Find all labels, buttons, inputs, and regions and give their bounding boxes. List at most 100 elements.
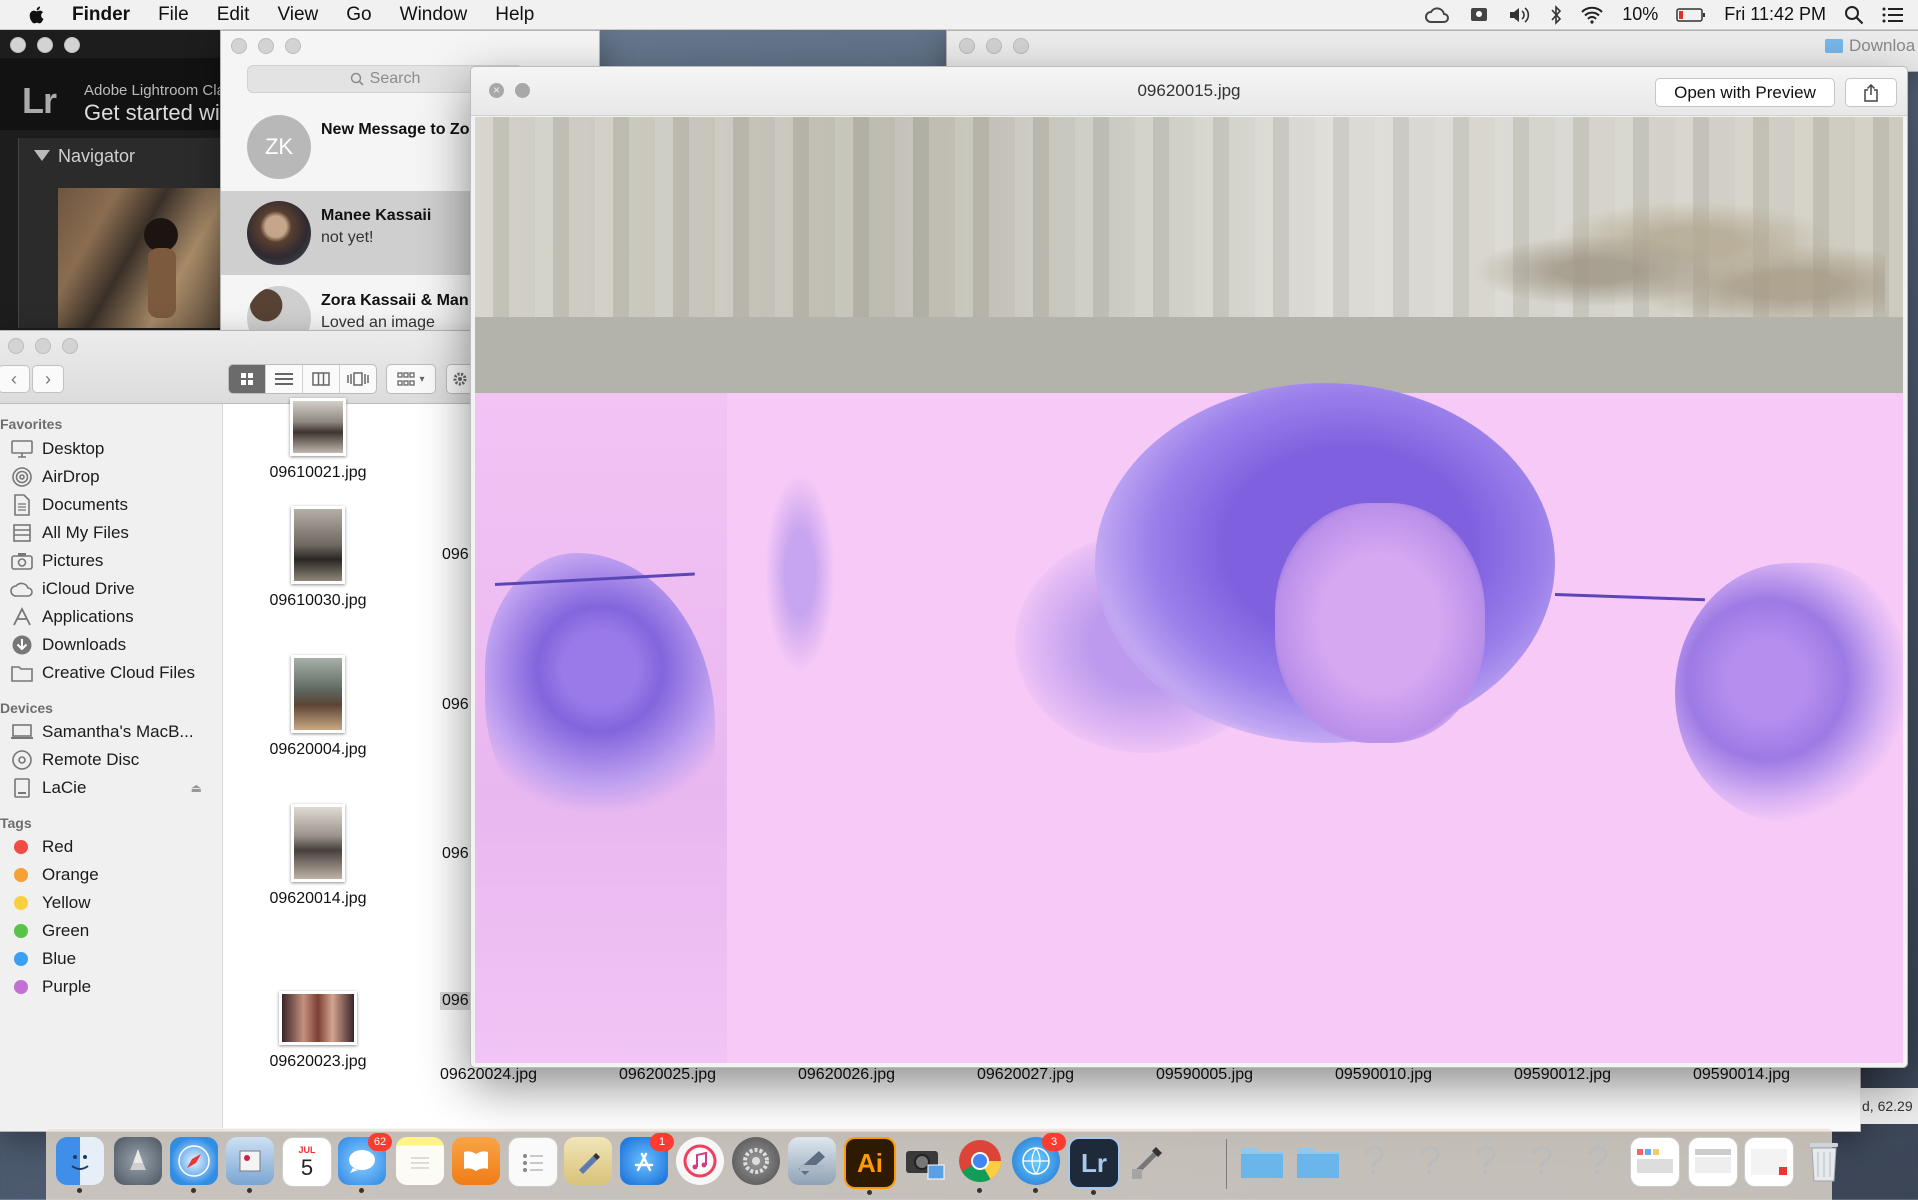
file-item[interactable]: 09620014.jpg	[233, 804, 403, 908]
file-name[interactable]: 09620026.jpg	[798, 1066, 895, 1084]
lightroom-icon[interactable]: Lr	[1068, 1137, 1120, 1195]
icon-view-button[interactable]	[229, 365, 266, 393]
close-button[interactable]	[959, 38, 975, 54]
itunes-icon[interactable]	[676, 1137, 724, 1185]
minimized-window-thumbnail[interactable]	[1688, 1137, 1738, 1187]
sidebar-item-all-my-files[interactable]: All My Files	[0, 518, 222, 548]
image-capture-icon[interactable]	[788, 1137, 836, 1185]
script-editor-icon[interactable]	[564, 1137, 612, 1185]
missing-item-icon[interactable]: ?	[1574, 1137, 1622, 1185]
sidebar-item-creative-cloud-files[interactable]: Creative Cloud Files	[0, 658, 222, 688]
sidebar-item-tag-orange[interactable]: Orange	[0, 860, 222, 890]
downloads-folder-icon[interactable]	[1294, 1137, 1342, 1185]
file-item[interactable]: 09610030.jpg	[233, 506, 403, 610]
sidebar-item-desktop[interactable]: Desktop	[0, 434, 222, 464]
zoom-button[interactable]	[1013, 38, 1029, 54]
system-preferences-icon[interactable]	[732, 1137, 780, 1185]
sidebar-item-documents[interactable]: Documents	[0, 490, 222, 520]
navigator-label[interactable]: Navigator	[58, 146, 135, 167]
cover-flow-button[interactable]	[340, 365, 376, 393]
minimize-button[interactable]	[258, 38, 274, 54]
apple-logo-icon[interactable]	[26, 4, 48, 26]
notes-icon[interactable]	[396, 1137, 444, 1185]
disk-utility-icon[interactable]	[1124, 1137, 1172, 1185]
close-button[interactable]	[10, 37, 26, 53]
menu-window[interactable]: Window	[400, 4, 468, 26]
minimized-window-thumbnail[interactable]	[1744, 1137, 1794, 1187]
file-name[interactable]: 096	[442, 546, 469, 564]
minimize-button[interactable]	[35, 338, 51, 354]
missing-item-icon[interactable]: ?	[1518, 1137, 1566, 1185]
file-name[interactable]: 09590014.jpg	[1693, 1066, 1790, 1084]
trash-icon[interactable]	[1800, 1137, 1848, 1185]
navigator-preview[interactable]	[58, 188, 222, 328]
zoom-button[interactable]	[62, 338, 78, 354]
illustrator-icon[interactable]: Ai	[844, 1137, 896, 1195]
chrome-icon[interactable]	[956, 1137, 1004, 1193]
notification-center-icon[interactable]	[1882, 6, 1904, 24]
battery-icon[interactable]	[1676, 7, 1706, 23]
sidebar-item-applications[interactable]: Applications	[0, 602, 222, 632]
file-name[interactable]: 09590012.jpg	[1514, 1066, 1611, 1084]
file-name[interactable]: 09620027.jpg	[977, 1066, 1074, 1084]
wifi-icon[interactable]	[1580, 6, 1604, 24]
sidebar-item-tag-purple[interactable]: Purple	[0, 972, 222, 1002]
file-name[interactable]: 09620025.jpg	[619, 1066, 716, 1084]
menu-edit[interactable]: Edit	[217, 4, 250, 26]
menu-view[interactable]: View	[277, 4, 318, 26]
image-preview[interactable]	[475, 117, 1903, 1063]
file-name[interactable]: 096	[442, 845, 469, 863]
minimize-button[interactable]	[37, 37, 53, 53]
sidebar-item-downloads[interactable]: Downloads	[0, 630, 222, 660]
sidebar-item-tag-green[interactable]: Green	[0, 916, 222, 946]
file-item[interactable]: 09620004.jpg	[233, 655, 403, 759]
ibooks-icon[interactable]	[452, 1137, 500, 1185]
app-store-icon[interactable]: 1	[620, 1133, 674, 1185]
close-button[interactable]	[8, 338, 24, 354]
close-button[interactable]	[231, 38, 247, 54]
sidebar-item-tag-yellow[interactable]: Yellow	[0, 888, 222, 918]
network-utility-icon[interactable]: 3	[1012, 1133, 1066, 1193]
file-name-selected[interactable]: 096	[440, 992, 471, 1010]
forward-button[interactable]: ›	[32, 365, 64, 393]
sidebar-item-airdrop[interactable]: AirDrop	[0, 462, 222, 492]
time-machine-icon[interactable]	[1468, 5, 1490, 25]
clock[interactable]: Fri 11:42 PM	[1724, 4, 1826, 25]
calendar-icon[interactable]: JUL 5	[282, 1137, 332, 1187]
sidebar-item-tag-blue[interactable]: Blue	[0, 944, 222, 974]
spotlight-icon[interactable]	[1844, 5, 1864, 25]
zoom-button[interactable]	[64, 37, 80, 53]
zoom-button[interactable]	[285, 38, 301, 54]
file-item[interactable]: 09620023.jpg	[233, 991, 403, 1071]
creative-cloud-icon[interactable]	[1424, 6, 1450, 24]
file-name[interactable]: 09620024.jpg	[440, 1066, 537, 1084]
photo-booth-icon[interactable]	[900, 1137, 948, 1185]
column-view-button[interactable]	[303, 365, 340, 393]
menu-help[interactable]: Help	[495, 4, 534, 26]
menu-go[interactable]: Go	[346, 4, 371, 26]
launchpad-icon[interactable]	[114, 1137, 162, 1185]
file-item[interactable]: 09610021.jpg	[233, 398, 403, 482]
file-name[interactable]: 09590010.jpg	[1335, 1066, 1432, 1084]
menu-file[interactable]: File	[158, 4, 189, 26]
applications-folder-icon[interactable]	[1238, 1137, 1286, 1185]
missing-item-icon[interactable]: ?	[1462, 1137, 1510, 1185]
minimize-button[interactable]	[986, 38, 1002, 54]
open-with-preview-button[interactable]: Open with Preview	[1655, 78, 1835, 107]
menu-finder[interactable]: Finder	[72, 4, 130, 26]
preview-icon[interactable]	[226, 1137, 274, 1193]
eject-icon[interactable]: ⏏	[191, 781, 202, 795]
list-view-button[interactable]	[266, 365, 303, 393]
back-button[interactable]: ‹	[0, 365, 30, 393]
sidebar-item-lacie[interactable]: LaCie ⏏	[0, 773, 222, 803]
bluetooth-icon[interactable]	[1550, 4, 1562, 25]
sidebar-item-pictures[interactable]: Pictures	[0, 546, 222, 576]
arrange-button[interactable]: ▾	[386, 364, 436, 394]
reminders-icon[interactable]	[508, 1137, 558, 1187]
missing-item-icon[interactable]: ?	[1350, 1137, 1398, 1185]
share-button[interactable]	[1845, 78, 1897, 107]
file-name[interactable]: 096	[442, 696, 469, 714]
messages-icon[interactable]: 62	[338, 1133, 392, 1193]
file-name[interactable]: 09590005.jpg	[1156, 1066, 1253, 1084]
sidebar-item-remote-disc[interactable]: Remote Disc	[0, 745, 222, 775]
